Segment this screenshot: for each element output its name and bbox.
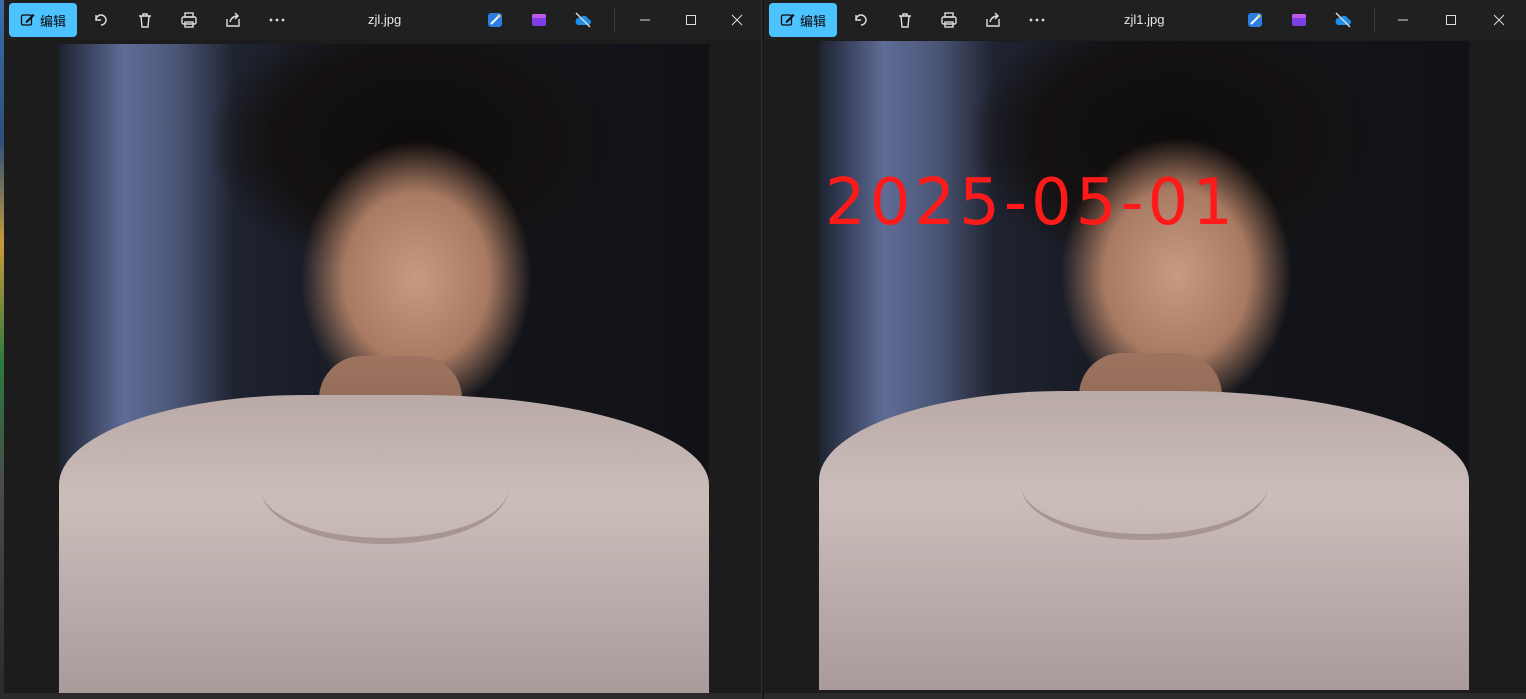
photos-window-right: 编辑 zjl1.jpg 2025-05-01 (764, 0, 1526, 699)
edit-button-label: 编辑 (39, 13, 66, 29)
window-bottom-edge (4, 693, 761, 699)
print-icon[interactable] (938, 9, 960, 31)
maximize-button[interactable] (1428, 0, 1474, 40)
edit-button[interactable]: 编辑 (769, 3, 837, 37)
onedrive-icon[interactable] (572, 9, 594, 31)
clipchamp-icon[interactable] (1288, 9, 1310, 31)
title-bar: 编辑 zjl1.jpg (764, 0, 1526, 40)
designer-icon[interactable] (484, 9, 506, 31)
photo-collar-region (260, 434, 508, 544)
photo-image (59, 44, 709, 694)
window-title: zjl1.jpg (1124, 12, 1165, 27)
close-button[interactable] (1476, 0, 1522, 40)
edit-button[interactable]: 编辑 (9, 3, 77, 37)
minimize-icon (640, 19, 650, 21)
photos-window-left: 编辑 zjl.jpg (4, 0, 762, 699)
photo-collar-region (1020, 430, 1268, 541)
delete-icon[interactable] (894, 9, 916, 31)
close-icon (731, 14, 743, 26)
edit-icon (20, 14, 35, 26)
maximize-button[interactable] (668, 0, 714, 40)
toolbar-divider (1374, 8, 1375, 32)
share-icon[interactable] (982, 9, 1004, 31)
minimize-icon (1398, 19, 1408, 21)
date-stamp-overlay: 2025-05-01 (825, 166, 1237, 240)
rotate-icon[interactable] (850, 9, 872, 31)
share-icon[interactable] (222, 9, 244, 31)
more-icon[interactable] (1026, 9, 1048, 31)
minimize-button[interactable] (622, 0, 668, 40)
close-icon (1493, 14, 1505, 26)
title-bar: 编辑 zjl.jpg (4, 0, 761, 40)
image-viewer[interactable] (4, 40, 761, 699)
more-icon[interactable] (266, 9, 288, 31)
close-button[interactable] (714, 0, 760, 40)
window-bottom-edge (764, 693, 1526, 699)
print-icon[interactable] (178, 9, 200, 31)
minimize-button[interactable] (1380, 0, 1426, 40)
onedrive-icon[interactable] (1332, 9, 1354, 31)
clipchamp-icon[interactable] (528, 9, 550, 31)
designer-icon[interactable] (1244, 9, 1266, 31)
rotate-icon[interactable] (90, 9, 112, 31)
toolbar-divider (614, 8, 615, 32)
maximize-icon (686, 15, 696, 25)
delete-icon[interactable] (134, 9, 156, 31)
edit-icon (780, 14, 795, 26)
photo-image: 2025-05-01 (819, 41, 1469, 690)
edit-button-label: 编辑 (799, 13, 826, 29)
image-viewer[interactable]: 2025-05-01 (764, 40, 1526, 699)
window-title: zjl.jpg (368, 12, 402, 27)
maximize-icon (1446, 15, 1456, 25)
